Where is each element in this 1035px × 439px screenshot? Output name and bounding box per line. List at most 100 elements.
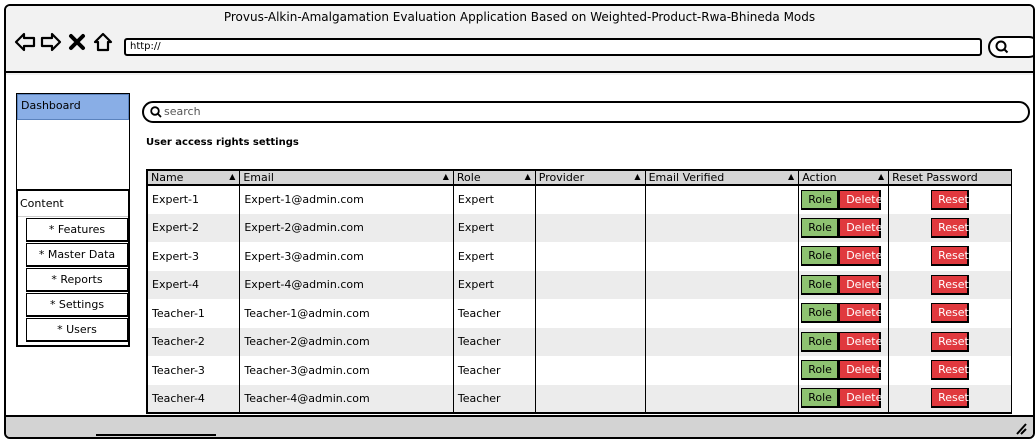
- cell-email-verified: [644, 384, 800, 413]
- cell-email-verified: [644, 242, 800, 271]
- cell-role: Expert: [452, 242, 536, 271]
- delete-button[interactable]: Delete: [839, 331, 882, 352]
- resize-grip-icon[interactable]: [1015, 421, 1027, 435]
- sidebar-item-features[interactable]: * Features: [26, 218, 128, 242]
- search-placeholder: search: [164, 105, 201, 118]
- delete-button[interactable]: Delete: [839, 217, 882, 238]
- cell-email: Expert-1@admin.com: [239, 185, 454, 214]
- cell-email-verified: [644, 270, 800, 299]
- cell-action: Role Delete: [798, 299, 890, 328]
- sidebar-item-master-data[interactable]: * Master Data: [26, 243, 128, 267]
- back-arrow-icon[interactable]: [14, 31, 36, 53]
- cell-name: Expert-1: [146, 185, 241, 214]
- delete-button[interactable]: Delete: [839, 388, 882, 409]
- table-row: Teacher-1 Teacher-1@admin.com Teacher Role D…: [146, 299, 1012, 328]
- reset-button[interactable]: Reset: [931, 303, 970, 324]
- column-header-role[interactable]: Role ▲: [452, 169, 536, 186]
- cell-provider: [534, 185, 646, 214]
- role-button[interactable]: Role: [801, 303, 840, 324]
- cell-reset-password: Reset: [888, 213, 1012, 242]
- cell-action: Role Delete: [798, 213, 890, 242]
- cell-name: Teacher-4: [146, 384, 241, 413]
- cell-email-verified: [644, 185, 800, 214]
- table-row: Expert-1 Expert-1@admin.com Expert Role Dele…: [146, 185, 1012, 214]
- reset-button[interactable]: Reset: [931, 360, 970, 381]
- cell-name: Expert-2: [146, 213, 241, 242]
- cell-provider: [534, 384, 646, 413]
- sidebar-item-settings[interactable]: * Settings: [26, 293, 128, 317]
- status-bar: [6, 415, 1033, 437]
- url-bar[interactable]: http://: [124, 38, 982, 56]
- sort-icon[interactable]: ▲: [634, 172, 640, 181]
- close-x-icon[interactable]: [66, 31, 88, 53]
- cell-email-verified: [644, 299, 800, 328]
- table-header-row: Name ▲ Email ▲ Role ▲ Provider ▲ Email Verif…: [146, 169, 1012, 186]
- cell-provider: [534, 356, 646, 385]
- delete-button[interactable]: Delete: [839, 274, 882, 295]
- delete-button[interactable]: Delete: [839, 303, 882, 324]
- reset-button[interactable]: Reset: [931, 388, 970, 409]
- cell-role: Teacher: [452, 384, 536, 413]
- forward-arrow-icon[interactable]: [40, 31, 62, 53]
- home-icon[interactable]: [92, 31, 114, 53]
- delete-button[interactable]: Delete: [839, 360, 882, 381]
- browser-window: Provus-Alkin-Amalgamation Evaluation App…: [4, 4, 1035, 439]
- sidebar-item-reports[interactable]: * Reports: [26, 268, 128, 292]
- column-header-email[interactable]: Email ▲: [239, 169, 454, 186]
- column-header-provider[interactable]: Provider ▲: [534, 169, 646, 186]
- column-header-reset-password: Reset Password: [888, 169, 1012, 186]
- delete-button[interactable]: Delete: [839, 246, 882, 267]
- reset-button[interactable]: Reset: [931, 331, 970, 352]
- reset-button[interactable]: Reset: [931, 246, 970, 267]
- cell-provider: [534, 242, 646, 271]
- column-header-email-verified[interactable]: Email Verified ▲: [644, 169, 800, 186]
- browser-search-button[interactable]: [988, 36, 1033, 58]
- role-button[interactable]: Role: [801, 217, 840, 238]
- column-header-action[interactable]: Action ▲: [798, 169, 890, 186]
- role-button[interactable]: Role: [801, 388, 840, 409]
- cell-action: Role Delete: [798, 242, 890, 271]
- sidebar-item-users[interactable]: * Users: [26, 318, 128, 342]
- role-button[interactable]: Role: [801, 274, 840, 295]
- sort-icon[interactable]: ▲: [788, 172, 794, 181]
- sort-icon[interactable]: ▲: [878, 172, 884, 181]
- cell-reset-password: Reset: [888, 327, 1012, 356]
- cell-reset-password: Reset: [888, 242, 1012, 271]
- search-input[interactable]: search: [142, 101, 1030, 123]
- cell-email: Expert-4@admin.com: [239, 270, 454, 299]
- cell-role: Expert: [452, 270, 536, 299]
- horizontal-scrollbar[interactable]: [96, 434, 216, 437]
- sort-icon[interactable]: ▲: [229, 172, 235, 181]
- delete-button[interactable]: Delete: [839, 189, 882, 210]
- cell-role: Teacher: [452, 327, 536, 356]
- sidebar-item-dashboard[interactable]: Dashboard: [17, 94, 129, 120]
- column-header-name[interactable]: Name ▲: [146, 169, 241, 186]
- cell-name: Teacher-2: [146, 327, 241, 356]
- cell-reset-password: Reset: [888, 270, 1012, 299]
- window-title: Provus-Alkin-Amalgamation Evaluation App…: [223, 10, 816, 24]
- role-button[interactable]: Role: [801, 331, 840, 352]
- sort-icon[interactable]: ▲: [443, 172, 449, 181]
- reset-button[interactable]: Reset: [931, 217, 970, 238]
- role-button[interactable]: Role: [801, 246, 840, 267]
- role-button[interactable]: Role: [801, 189, 840, 210]
- cell-email: Teacher-1@admin.com: [239, 299, 454, 328]
- table-row: Expert-3 Expert-3@admin.com Expert Role Dele…: [146, 242, 1012, 271]
- user-access-table: Name ▲ Email ▲ Role ▲ Provider ▲ Email Verif…: [146, 169, 1012, 414]
- role-button[interactable]: Role: [801, 360, 840, 381]
- sort-icon[interactable]: ▲: [525, 172, 531, 181]
- cell-email: Teacher-2@admin.com: [239, 327, 454, 356]
- browser-toolbar: Provus-Alkin-Amalgamation Evaluation App…: [6, 6, 1033, 73]
- table-row: Expert-4 Expert-4@admin.com Expert Role Dele…: [146, 270, 1012, 299]
- cell-role: Teacher: [452, 356, 536, 385]
- cell-action: Role Delete: [798, 384, 890, 413]
- cell-role: Expert: [452, 185, 536, 214]
- cell-email: Teacher-3@admin.com: [239, 356, 454, 385]
- cell-provider: [534, 299, 646, 328]
- cell-reset-password: Reset: [888, 185, 1012, 214]
- cell-email: Teacher-4@admin.com: [239, 384, 454, 413]
- reset-button[interactable]: Reset: [931, 274, 970, 295]
- search-icon: [150, 106, 162, 118]
- reset-button[interactable]: Reset: [931, 189, 970, 210]
- cell-reset-password: Reset: [888, 356, 1012, 385]
